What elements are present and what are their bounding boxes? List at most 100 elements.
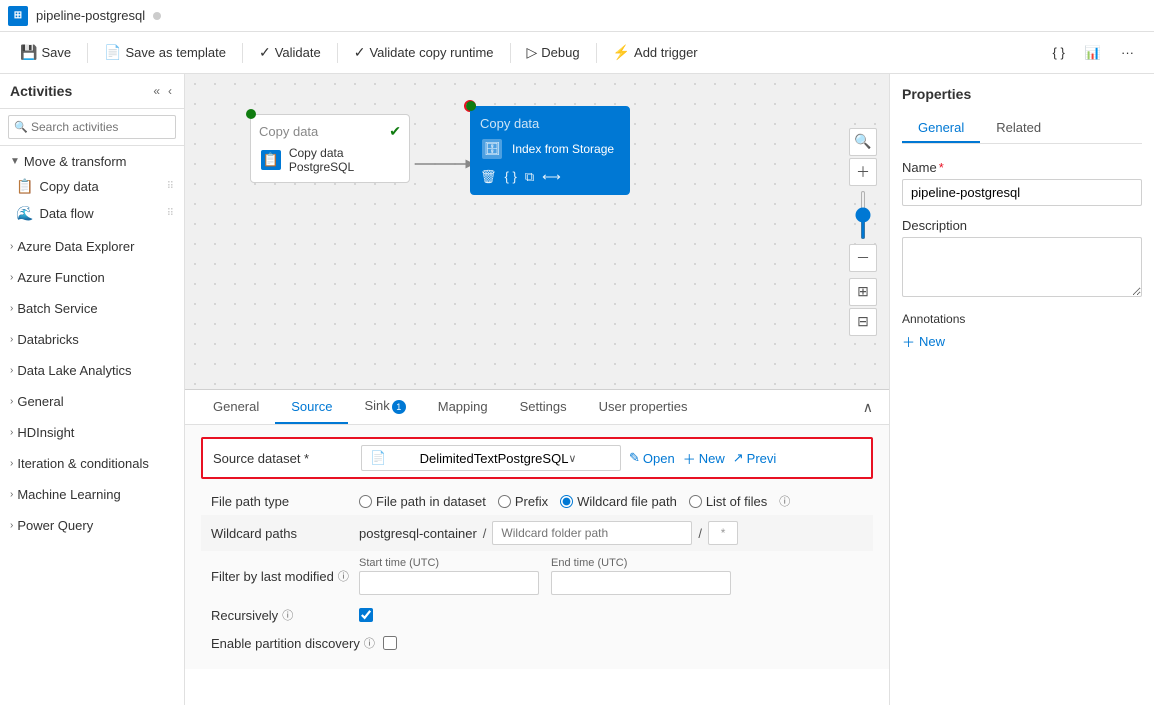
radio-prefix-input[interactable]: [498, 495, 511, 508]
canvas-zoom-in-btn[interactable]: ＋: [849, 158, 877, 186]
add-annotation-btn[interactable]: ＋ New: [902, 332, 945, 351]
radio-list-of-files-input[interactable]: [689, 495, 702, 508]
filter-end-input[interactable]: [551, 571, 731, 595]
panel-collapse-btn[interactable]: ∧: [859, 395, 877, 420]
tab-general[interactable]: General: [197, 391, 275, 424]
source-preview-btn[interactable]: ↗ Previ: [733, 450, 777, 466]
canvas-area: Copy data ✔ 📋 Copy data PostgreSQL: [185, 74, 889, 705]
sidebar-collapse-btn-2[interactable]: ‹: [166, 82, 174, 100]
canvas-zoom-slider[interactable]: [861, 190, 865, 240]
sidebar-item-copy-data[interactable]: 📋 Copy data ⠿: [0, 173, 184, 200]
main-layout: Activities « ‹ 🔍 ▼ Move & transform: [0, 74, 1154, 705]
tab-mapping[interactable]: Mapping: [422, 391, 504, 424]
wildcard-folder-input[interactable]: [492, 521, 692, 545]
source-dataset-actions: ✎ Open ＋ New ↗ Previ: [629, 449, 776, 468]
properties-tab-related[interactable]: Related: [980, 114, 1057, 143]
canvas[interactable]: Copy data ✔ 📋 Copy data PostgreSQL: [185, 74, 889, 389]
sidebar-section-header-pq[interactable]: › Power Query: [0, 514, 184, 537]
code-button[interactable]: { }: [1045, 41, 1073, 64]
sidebar-section-header-db[interactable]: › Databricks: [0, 328, 184, 351]
canvas-fit-btn[interactable]: ⊞: [849, 278, 877, 306]
properties-annotations-field: Annotations ＋ New: [902, 312, 1142, 351]
validate-button[interactable]: ✓ Validate: [251, 40, 329, 65]
source-dataset-select[interactable]: 📄 DelimitedTextPostgreSQL ∨: [361, 445, 621, 471]
debug-button[interactable]: ▷ Debug: [519, 40, 588, 65]
radio-list-of-files[interactable]: List of files: [689, 494, 767, 509]
tab-source[interactable]: Source: [275, 391, 348, 424]
sidebar-section-header-gen[interactable]: › General: [0, 390, 184, 413]
recursively-checkbox[interactable]: [359, 608, 373, 622]
radio-wildcard-file-path-input[interactable]: [560, 495, 573, 508]
filter-info-icon: ⓘ: [338, 568, 349, 584]
sidebar-section-header-hdi[interactable]: › HDInsight: [0, 421, 184, 444]
canvas-search-btn[interactable]: 🔍: [849, 128, 877, 156]
wildcard-file-input[interactable]: [708, 521, 738, 545]
sidebar-section-header-dla[interactable]: › Data Lake Analytics: [0, 359, 184, 382]
tab-sink[interactable]: Sink1: [348, 390, 421, 424]
properties-description-label: Description: [902, 218, 1142, 233]
sidebar-section-power-query: › Power Query: [0, 510, 184, 541]
node-code-icon[interactable]: { }: [505, 169, 517, 185]
tab-settings[interactable]: Settings: [504, 391, 583, 424]
sidebar-collapse-btn[interactable]: «: [151, 82, 162, 100]
canvas-grid-btn[interactable]: ⊟: [849, 308, 877, 336]
sidebar-item-data-flow[interactable]: 🌊 Data flow ⠿: [0, 200, 184, 227]
properties-description-label-text: Description: [902, 218, 967, 233]
partition-checkbox[interactable]: [383, 636, 397, 650]
radio-file-path-dataset[interactable]: File path in dataset: [359, 494, 486, 509]
canvas-slider-container: [849, 190, 877, 240]
properties-name-field: Name *: [902, 160, 1142, 206]
monitor-button[interactable]: 📊: [1077, 41, 1109, 65]
toolbar-sep-4: [510, 43, 511, 63]
sidebar-item-copy-data-left: 📋 Copy data: [16, 178, 99, 195]
sidebar-section-label-dla: Data Lake Analytics: [17, 363, 131, 378]
partition-info-icon: ⓘ: [364, 635, 375, 651]
search-input[interactable]: [8, 115, 176, 139]
validate-copy-runtime-button[interactable]: ✓ Validate copy runtime: [346, 40, 502, 65]
sidebar-section-header-ade[interactable]: › Azure Data Explorer: [0, 235, 184, 258]
sidebar-section-header-ic[interactable]: › Iteration & conditionals: [0, 452, 184, 475]
node-copy-postgresql[interactable]: Copy data ✔ 📋 Copy data PostgreSQL: [250, 114, 410, 183]
tab-user-properties[interactable]: User properties: [583, 391, 704, 424]
source-open-btn[interactable]: ✎ Open: [629, 450, 675, 466]
properties-panel: Properties General Related Name * Descri…: [889, 74, 1154, 705]
more-button[interactable]: ···: [1113, 41, 1142, 64]
save-icon: 💾: [20, 44, 37, 61]
canvas-zoom-out-btn[interactable]: －: [849, 244, 877, 272]
data-flow-drag-handle[interactable]: ⠿: [167, 208, 174, 219]
source-new-btn[interactable]: ＋ New: [683, 449, 725, 468]
node-link-icon[interactable]: ⟷: [542, 169, 561, 185]
title-bar-unsaved-dot: [153, 12, 161, 20]
sidebar-section-header-bs[interactable]: › Batch Service: [0, 297, 184, 320]
sidebar-section-header-move-transform[interactable]: ▼ Move & transform: [0, 150, 184, 173]
sidebar-section-label-hdi: HDInsight: [17, 425, 74, 440]
node-index-storage[interactable]: Copy data 🗄 Index from Storage 🗑 { } ⧉: [470, 106, 630, 195]
filter-label-text: Filter by last modified: [211, 569, 334, 584]
node-copy-icon[interactable]: ⧉: [525, 169, 534, 185]
sidebar-section-header-ml[interactable]: › Machine Learning: [0, 483, 184, 506]
filter-inputs: Start time (UTC) End time (UTC): [359, 557, 731, 595]
radio-prefix[interactable]: Prefix: [498, 494, 548, 509]
save-template-icon: 📄: [104, 44, 121, 61]
debug-label: Debug: [541, 45, 579, 60]
connector-line: [415, 154, 475, 174]
properties-tabs: General Related: [902, 114, 1142, 144]
properties-name-input[interactable]: [902, 179, 1142, 206]
save-button[interactable]: 💾 Save: [12, 40, 79, 65]
properties-description-textarea[interactable]: [902, 237, 1142, 297]
node-copy-postgresql-success-icon: ✔: [389, 123, 401, 140]
sidebar-section-label-gen: General: [17, 394, 63, 409]
radio-file-path-dataset-input[interactable]: [359, 495, 372, 508]
node-delete-icon[interactable]: 🗑: [480, 169, 497, 185]
save-as-template-button[interactable]: 📄 Save as template: [96, 40, 234, 65]
properties-tab-general[interactable]: General: [902, 114, 980, 143]
required-star: *: [939, 160, 944, 175]
file-path-type-label: File path type: [211, 494, 351, 509]
radio-wildcard-file-path[interactable]: Wildcard file path: [560, 494, 677, 509]
filter-start-input[interactable]: [359, 571, 539, 595]
sidebar-section-label-af: Azure Function: [17, 270, 104, 285]
add-trigger-button[interactable]: ⚡ Add trigger: [605, 40, 706, 65]
sidebar-section-header-af[interactable]: › Azure Function: [0, 266, 184, 289]
chevron-right-icon-hdi: ›: [10, 427, 13, 438]
copy-data-drag-handle[interactable]: ⠿: [167, 181, 174, 192]
